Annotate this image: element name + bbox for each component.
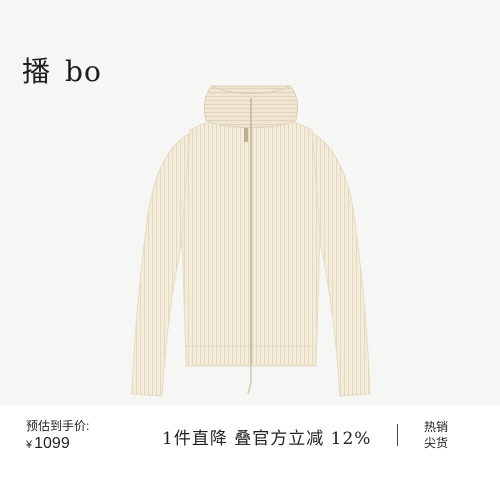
promo-text: 1件直降 叠官方立减 12% <box>162 429 372 449</box>
brand-logo-chinese: 播 <box>22 55 52 88</box>
badge-line-2: 尖货 <box>423 436 448 450</box>
price-amount: 1099 <box>34 435 70 452</box>
product-image <box>131 85 371 397</box>
estimated-price: ¥1099 <box>26 435 70 453</box>
badge-line-1: 热销 <box>423 420 448 434</box>
hot-item-badge: 热销 尖货 <box>420 419 452 451</box>
brand-logo: 播 bo <box>22 50 102 90</box>
zipper-pull <box>244 128 248 142</box>
divider <box>397 424 398 446</box>
zipper-tail <box>247 364 252 395</box>
currency-symbol: ¥ <box>26 439 33 451</box>
estimated-price-label: 预估到手价: <box>26 419 90 433</box>
price-bar: 预估到手价: ¥1099 1件直降 叠官方立减 12% 热销 尖货 <box>0 405 500 500</box>
brand-logo-latin: bo <box>65 55 102 88</box>
